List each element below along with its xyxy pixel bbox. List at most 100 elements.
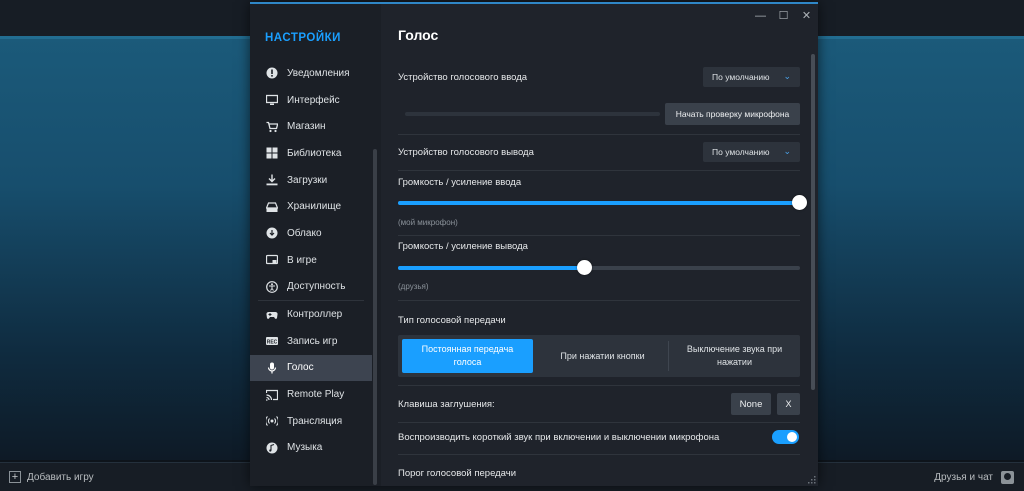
input-device-dropdown[interactable]: По умолчанию ⌄ <box>703 67 800 87</box>
sidebar-item-label: Магазин <box>287 121 326 133</box>
sidebar-item-gamepad[interactable]: Контроллер <box>250 301 372 328</box>
ingame-icon <box>266 254 278 266</box>
sidebar-item-label: Remote Play <box>287 389 345 401</box>
input-device-label: Устройство голосового ввода <box>398 72 528 83</box>
sidebar-item-monitor[interactable]: Интерфейс <box>250 87 372 114</box>
sidebar-item-download[interactable]: Загрузки <box>250 167 372 194</box>
sidebar-item-label: Интерфейс <box>287 94 340 106</box>
chevron-down-icon: ⌄ <box>783 71 791 81</box>
divider <box>398 422 800 423</box>
sidebar-item-label: Библиотека <box>287 147 342 159</box>
mic-level-meter <box>405 112 660 116</box>
sidebar-scrollbar[interactable] <box>373 149 377 485</box>
sidebar-item-music[interactable]: Музыка <box>250 435 372 462</box>
accessibility-icon <box>266 280 278 293</box>
transmission-option-continuous[interactable]: Постоянная передача голоса <box>402 339 533 373</box>
sidebar-item-label: Контроллер <box>287 309 343 321</box>
toggle-knob <box>787 432 797 442</box>
play-sound-label: Воспроизводить короткий звук при включен… <box>398 432 720 443</box>
sidebar-item-alert[interactable]: Уведомления <box>250 60 372 87</box>
content-scrollbar[interactable] <box>811 54 815 390</box>
maximize-button[interactable]: ☐ <box>778 10 789 22</box>
input-volume-knob[interactable] <box>792 195 807 210</box>
cart-icon <box>266 121 278 133</box>
test-mic-button[interactable]: Начать проверку микрофона <box>665 103 800 125</box>
sidebar-item-rec[interactable]: REC Запись игр <box>250 328 372 355</box>
music-icon <box>266 442 278 454</box>
add-game-label: Добавить игру <box>27 471 94 483</box>
input-device-value: По умолчанию <box>712 72 770 82</box>
divider <box>398 385 800 386</box>
friends-chat-label: Друзья и чат <box>934 472 993 483</box>
output-device-dropdown[interactable]: По умолчанию ⌄ <box>703 142 800 162</box>
sidebar-item-label: Музыка <box>287 442 323 454</box>
sidebar-item-label: Уведомления <box>287 67 350 79</box>
divider <box>398 170 800 171</box>
input-volume-fill <box>398 201 800 205</box>
output-volume-slider[interactable] <box>398 260 800 275</box>
sidebar-item-label: В игре <box>287 254 317 266</box>
threshold-label: Порог голосовой передачи <box>398 468 517 479</box>
friends-chat-button[interactable]: Друзья и чат <box>934 471 1014 484</box>
sidebar-item-label: Запись игр <box>287 335 338 347</box>
page-title: Голос <box>398 27 439 43</box>
download-icon <box>266 174 278 186</box>
output-device-value: По умолчанию <box>712 147 770 157</box>
mute-key-label: Клавиша заглушения: <box>398 399 495 410</box>
output-device-label: Устройство голосового вывода <box>398 147 534 158</box>
input-volume-label: Громкость / усиление ввода <box>398 177 522 188</box>
plus-icon: + <box>9 471 21 483</box>
sidebar-item-mic[interactable]: Голос <box>250 354 372 382</box>
output-volume-fill <box>398 266 585 270</box>
transmission-type-label: Тип голосовой передачи <box>398 315 506 326</box>
output-volume-label: Громкость / усиление вывода <box>398 241 528 252</box>
voice-settings-panel: — ☐ ✕ Голос Устройство голосового ввода … <box>381 4 818 486</box>
sidebar-item-broadcast[interactable]: Трансляция <box>250 408 372 435</box>
sidebar-title: НАСТРОЙКИ <box>265 32 341 44</box>
alert-icon <box>266 67 278 79</box>
output-volume-knob[interactable] <box>576 260 592 275</box>
svg-text:REC: REC <box>267 340 278 346</box>
sidebar-item-cast[interactable]: Remote Play <box>250 381 372 408</box>
chevron-down-icon: ⌄ <box>783 146 791 156</box>
cloud-icon <box>266 227 278 239</box>
sidebar-item-cloud[interactable]: Облако <box>250 220 372 247</box>
close-button[interactable]: ✕ <box>801 10 812 22</box>
drive-icon <box>266 201 278 213</box>
broadcast-icon <box>266 415 278 427</box>
add-game-button[interactable]: + Добавить игру <box>9 471 94 483</box>
minimize-button[interactable]: — <box>755 10 766 22</box>
output-volume-hint: (друзья) <box>398 282 429 291</box>
play-sound-toggle[interactable] <box>772 430 799 444</box>
sidebar-item-label: Загрузки <box>287 174 328 186</box>
cast-icon <box>266 389 278 401</box>
sidebar-item-cart[interactable]: Магазин <box>250 113 372 140</box>
divider <box>398 235 800 236</box>
grid-icon <box>266 147 278 159</box>
clear-mute-key-button[interactable]: X <box>777 393 800 415</box>
divider <box>398 300 800 301</box>
sidebar-item-label: Трансляция <box>287 415 343 427</box>
divider <box>398 454 800 455</box>
sidebar-item-label: Голос <box>287 362 314 374</box>
sidebar-item-drive[interactable]: Хранилище <box>250 193 372 220</box>
sidebar-item-label: Облако <box>287 227 322 239</box>
monitor-icon <box>266 94 278 106</box>
input-volume-slider[interactable] <box>398 195 807 210</box>
friends-icon <box>1001 471 1014 484</box>
mic-icon <box>266 362 278 374</box>
rec-icon: REC <box>266 335 278 347</box>
settings-sidebar: НАСТРОЙКИ Уведомления Интерфейс Магазин Биб… <box>250 4 381 486</box>
transmission-option-push-to-talk[interactable]: При нажатии кнопки <box>537 335 668 377</box>
mute-key-button[interactable]: None <box>731 393 771 415</box>
gamepad-icon <box>266 309 278 321</box>
sidebar-item-grid[interactable]: Библиотека <box>250 140 372 167</box>
resize-grip-icon[interactable] <box>806 474 816 484</box>
sidebar-item-accessibility[interactable]: Доступность <box>250 274 372 301</box>
sidebar-nav: Уведомления Интерфейс Магазин Библиотека Заг… <box>250 60 372 461</box>
divider <box>398 134 800 135</box>
sidebar-item-label: Хранилище <box>287 201 341 213</box>
transmission-option-push-to-mute[interactable]: Выключение звука при нажатии <box>669 335 800 377</box>
sidebar-item-label: Доступность <box>287 281 346 293</box>
sidebar-item-ingame[interactable]: В игре <box>250 247 372 274</box>
